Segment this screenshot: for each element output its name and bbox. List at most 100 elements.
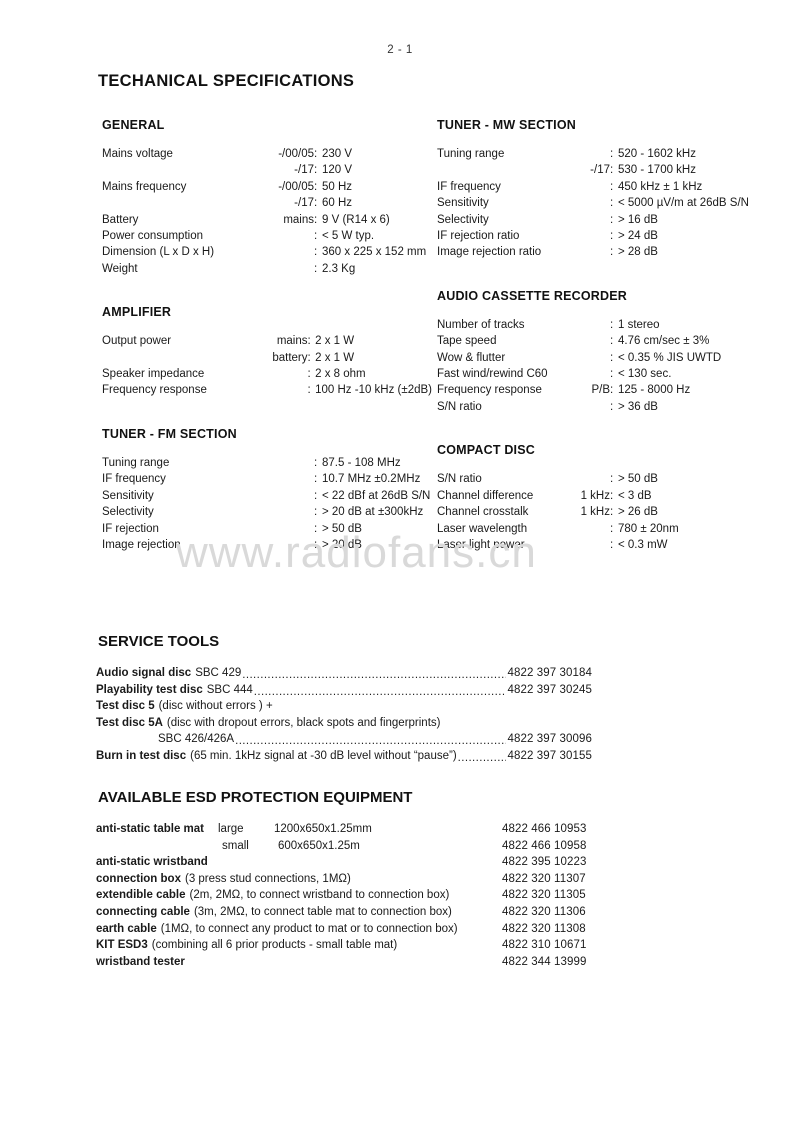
spec-row: Channel crosstalk 1 kHz: > 26 dB (437, 504, 787, 520)
spec-label: Tuning range (102, 456, 170, 469)
spec-separator: : (610, 197, 614, 210)
spec-value: 530 - 1700 kHz (618, 164, 696, 177)
spec-separator: : (610, 473, 614, 486)
spec-value: 360 x 225 x 152 mm (322, 246, 427, 259)
spec-label: Power consumption (102, 230, 203, 243)
esd-item-name: anti-static table mat (96, 823, 204, 835)
section-heading-service-tools: SERVICE TOOLS (98, 633, 220, 650)
spec-section-tuner-fm: TUNER - FM SECTION Tuning range:87.5 - 1… (102, 427, 432, 553)
spec-label (102, 162, 252, 178)
page-title: TECHANICAL SPECIFICATIONS (98, 72, 355, 90)
spec-separator: : (610, 522, 614, 535)
spec-value: 780 ± 20nm (618, 522, 679, 535)
spec-separator: : (314, 456, 318, 469)
spec-row: -/17:120 V (102, 162, 432, 178)
section-heading-cassette: AUDIO CASSETTE RECORDER (437, 288, 628, 303)
spec-value: 87.5 - 108 MHz (322, 456, 401, 469)
spec-value: 230 V (322, 148, 353, 160)
spec-label: Output power (102, 335, 172, 348)
spec-row: Sensitivity: < 5000 µV/m at 26dB S/N (437, 195, 787, 211)
spec-qualifier (572, 471, 610, 487)
esd-item-description: (2m, 2MΩ, to connect wristband to connec… (189, 889, 450, 902)
spec-value: > 16 dB (618, 213, 658, 226)
spec-row: S/N ratio: > 50 dB (437, 471, 787, 487)
esd-part-number: 4822 320 11305 (502, 889, 586, 902)
spec-separator: : (610, 489, 614, 502)
esd-item-name: wristband tester (96, 955, 185, 968)
spec-qualifier: P/B (591, 384, 610, 397)
esd-item-name: connection box (96, 872, 181, 885)
service-tool-part-number: 4822 397 30245 (507, 683, 592, 696)
spec-qualifier (572, 350, 610, 366)
spec-label: Selectivity (102, 506, 154, 519)
spec-value: 4.76 cm/sec ± 3% (618, 335, 710, 348)
spec-qualifier: -/00/05 (278, 180, 314, 193)
spec-label: Tape speed (437, 335, 497, 348)
spec-qualifier (252, 504, 314, 520)
esd-part-number: 4822 320 11308 (502, 922, 586, 935)
spec-qualifier (572, 317, 610, 333)
esd-row-text: connecting cable (3m, 2MΩ, to connect tab… (96, 904, 502, 921)
esd-part-number: 4822 395 10223 (502, 856, 587, 869)
spec-value: 1 stereo (618, 318, 660, 331)
spec-label: Wow & flutter (437, 351, 506, 364)
spec-value: < 3 dB (618, 489, 652, 502)
spec-value: > 26 dB (618, 506, 658, 519)
spec-row: Power consumption: < 5 W typ. (102, 228, 432, 244)
esd-row-text: wristband tester (96, 954, 502, 971)
spec-qualifier (572, 399, 610, 415)
spec-separator: : (610, 351, 614, 364)
service-tool-row: Test disc 5A (disc with dropout errors, b… (96, 715, 592, 732)
service-tool-description: SBC 429 (195, 667, 242, 679)
spec-label (102, 195, 252, 211)
spec-value: 2 x 1 W (315, 351, 355, 364)
spec-value: 50 Hz (322, 180, 353, 193)
spec-table-cassette: Number of tracks:1 stereo Tape speed:4.76… (437, 317, 787, 415)
spec-separator: : (314, 538, 318, 551)
spec-label: Number of tracks (437, 318, 525, 331)
spec-separator: : (610, 180, 614, 193)
service-tool-part-number: 4822 397 30155 (507, 749, 592, 762)
section-heading-compact-disc: COMPACT DISC (437, 443, 535, 458)
spec-row: Tuning range:87.5 - 108 MHz (102, 455, 432, 471)
service-tool-name: Test disc 5 (96, 700, 155, 713)
spec-label: Mains voltage (102, 148, 173, 160)
spec-row: IF frequency:450 kHz ± 1 kHz (437, 179, 787, 195)
spec-label: Sensitivity (102, 489, 154, 502)
spec-row: Battery mains:9 V (R14 x 6) (102, 212, 432, 228)
spec-row: Laser light power: < 0.3 mW (437, 537, 787, 553)
spec-table-amplifier: Output power mains:2 x 1 Wbattery:2 x 1 W… (102, 333, 432, 399)
spec-row: Tuning range:520 - 1602 kHz (437, 146, 787, 162)
spec-row: Channel difference 1 kHz: < 3 dB (437, 488, 787, 504)
spec-label: Tuning range (437, 148, 505, 160)
esd-row-text: KIT ESD3 (combining all 6 prior products … (96, 937, 502, 954)
spec-row: Image rejection ratio: > 28 dB (437, 244, 787, 260)
spec-separator: : (307, 351, 311, 364)
spec-row: Number of tracks:1 stereo (437, 317, 787, 333)
esd-row: connecting cable (3m, 2MΩ, to connect tab… (96, 904, 592, 921)
esd-indent-spacer (96, 838, 222, 855)
esd-row: anti-static wristband 4822 395 10223 (96, 854, 592, 871)
service-tool-row: SBC 426/426A 4822 397 30096 (96, 731, 592, 748)
spec-separator: : (314, 230, 318, 243)
service-tool-row: Test disc 5 (disc without errors ) + (96, 698, 592, 715)
spec-value: < 22 dBf at 26dB S/N (322, 489, 431, 502)
esd-row-text: small 600x650x1.25m (96, 838, 502, 855)
spec-label: Dimension (L x D x H) (102, 246, 215, 259)
dot-leader (254, 684, 507, 701)
esd-row: earth cable (1MΩ, to connect any product … (96, 921, 592, 938)
spec-label: Channel difference (437, 489, 534, 502)
spec-value: 10.7 MHz ±0.2MHz (322, 473, 421, 486)
spec-qualifier (252, 261, 314, 277)
spec-separator: : (610, 230, 614, 243)
section-heading-general: GENERAL (102, 118, 165, 132)
spec-label: Sensitivity (437, 197, 489, 210)
spec-column-right: TUNER - MW SECTION Tuning range:520 - 16… (437, 118, 787, 553)
spec-label: IF rejection ratio (437, 230, 520, 243)
spec-row: Selectivity: > 20 dB at ±300kHz (102, 504, 432, 520)
spec-separator: : (610, 368, 614, 381)
spec-qualifier (572, 228, 610, 244)
spec-label: Laser light power (437, 538, 525, 551)
spec-column-left: GENERAL Mains voltage -/00/05: 230 V -/17:1… (102, 118, 432, 553)
spec-label (102, 350, 248, 366)
